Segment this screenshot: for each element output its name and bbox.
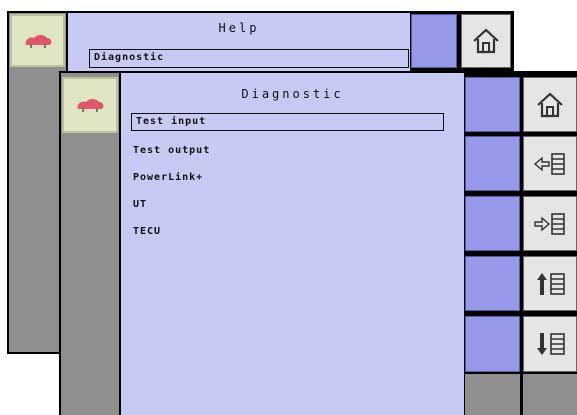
list-down-button[interactable] xyxy=(523,316,577,372)
home-button[interactable] xyxy=(523,77,577,132)
list-arrow-up-icon xyxy=(537,272,565,295)
menu-item-powerlink[interactable]: PowerLink+ xyxy=(133,172,203,183)
button-column-filler xyxy=(465,374,520,415)
list-up-button[interactable] xyxy=(523,256,577,311)
side-button-4[interactable] xyxy=(465,256,520,311)
help-side-button[interactable] xyxy=(411,14,457,68)
diagnostic-title: Diagnostic xyxy=(241,87,344,101)
list-right-button[interactable] xyxy=(523,196,577,251)
help-topic-field[interactable]: Diagnostic xyxy=(89,49,409,68)
menu-item-tecu[interactable]: TECU xyxy=(133,226,161,237)
diagnostic-screen: Diagnostic Test input Test output PowerL… xyxy=(59,71,577,415)
cloud-logo-icon xyxy=(77,99,104,112)
menu-item-ut[interactable]: UT xyxy=(133,199,147,210)
help-panel: Help Diagnostic xyxy=(68,13,410,75)
home-icon xyxy=(473,28,499,54)
diagnostic-panel: Diagnostic Test input Test output PowerL… xyxy=(121,73,464,415)
side-button-2[interactable] xyxy=(465,136,520,191)
menu-item-test-output[interactable]: Test output xyxy=(133,145,210,156)
side-button-3[interactable] xyxy=(465,196,520,251)
cloud-logo-icon xyxy=(25,34,51,48)
icon-column-filler xyxy=(523,374,577,415)
home-icon xyxy=(537,92,563,117)
list-arrow-down-icon xyxy=(537,333,565,355)
menu-item-test-input[interactable]: Test input xyxy=(131,113,444,131)
help-home-button[interactable] xyxy=(461,14,511,68)
help-logo-tile xyxy=(10,14,65,67)
list-arrow-right-icon xyxy=(534,212,565,235)
diagnostic-logo-tile xyxy=(62,77,118,133)
side-button-5[interactable] xyxy=(465,316,520,372)
list-left-button[interactable] xyxy=(523,136,577,191)
list-arrow-left-icon xyxy=(533,152,565,175)
side-button-1[interactable] xyxy=(465,77,520,132)
help-title: Help xyxy=(218,21,260,35)
